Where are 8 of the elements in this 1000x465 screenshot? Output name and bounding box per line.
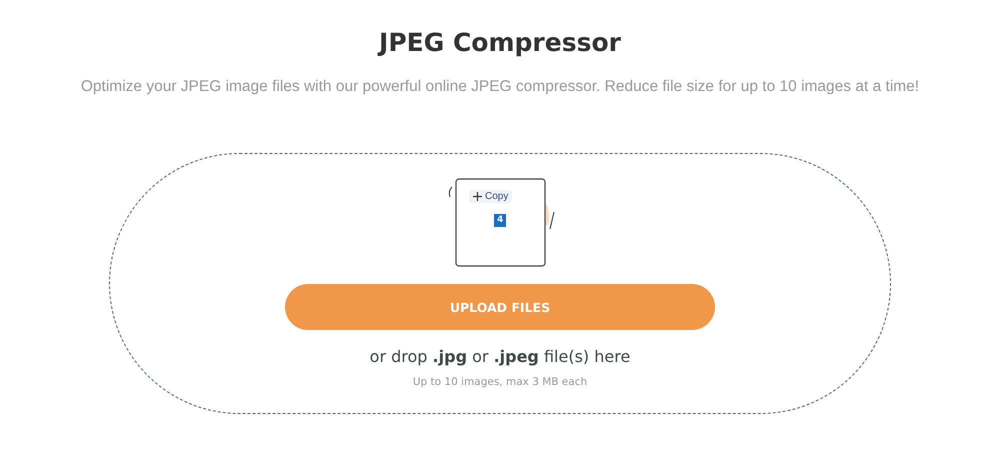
page-subtitle: Optimize your JPEG image files with our powerful online JPEG compressor. Reduce file size for up to 10 images at a time! xyxy=(80,78,920,96)
plus-icon xyxy=(473,192,482,201)
file-count-badge: 4 xyxy=(494,214,506,227)
drop-hint: or drop .jpg or .jpeg file(s) here xyxy=(370,347,630,367)
drop-zone[interactable]: Copy 4 UPLOAD FILES or drop .jpg or .jpeg file(s) here Up to 10 images, max 3 MB each xyxy=(109,153,891,414)
upload-limits: Up to 10 images, max 3 MB each xyxy=(412,376,588,388)
copy-label: Copy xyxy=(485,191,508,202)
page-title: JPEG Compressor xyxy=(379,28,621,58)
